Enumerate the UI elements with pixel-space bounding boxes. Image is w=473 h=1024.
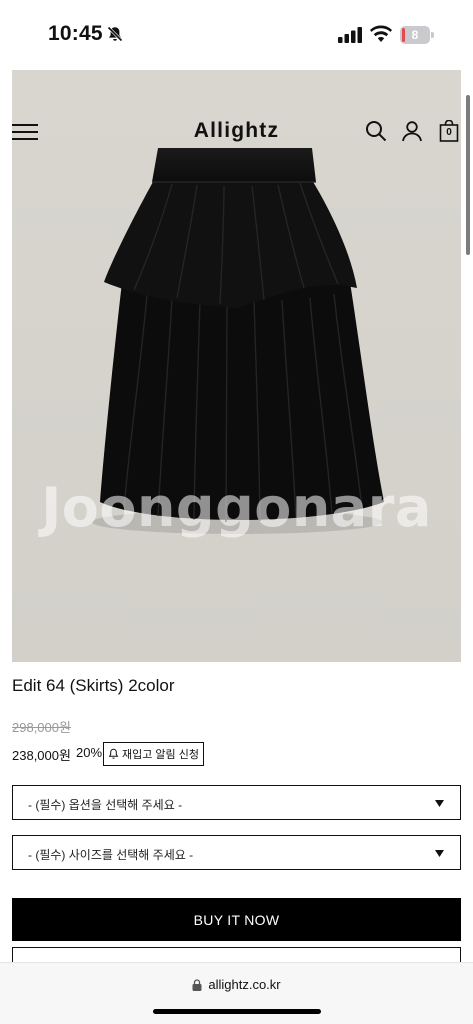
scrollbar[interactable] (466, 95, 470, 255)
restock-alert-label: 재입고 알림 신청 (122, 749, 199, 761)
skirt-photo (92, 148, 384, 534)
chevron-down-icon (435, 800, 444, 807)
account-icon[interactable] (401, 120, 423, 142)
option-select-value: - (필수) 옵션을 선택해 주세요 - (28, 798, 183, 812)
lock-icon (192, 978, 202, 991)
size-select[interactable]: - (필수) 사이즈를 선택해 주세요 - (12, 835, 461, 870)
home-indicator (153, 1009, 321, 1014)
product-title: Edit 64 (Skirts) 2color (12, 676, 175, 695)
size-select-value: - (필수) 사이즈를 선택해 주세요 - (28, 848, 194, 862)
status-time: 10:45 (48, 22, 103, 45)
sale-price: 238,000원 (12, 748, 71, 763)
product-image[interactable]: Joonggonara (12, 70, 461, 662)
option-select[interactable]: - (필수) 옵션을 선택해 주세요 - (12, 785, 461, 820)
search-icon[interactable] (365, 120, 387, 142)
discount-rate: 20% (76, 745, 103, 760)
cart-count: 0 (446, 127, 452, 138)
cart-button[interactable]: 0 (439, 120, 459, 142)
battery-percent: 8 (411, 28, 419, 42)
wifi-icon (370, 25, 392, 42)
original-price: 298,000원 (12, 720, 71, 735)
url-text[interactable]: allightz.co.kr (208, 977, 280, 992)
battery-indicator: 8 (400, 26, 434, 44)
bell-off-icon (107, 26, 123, 42)
restock-alert-button[interactable]: 재입고 알림 신청 (103, 742, 204, 766)
watermark: Joonggonara (41, 476, 432, 539)
browser-address-bar[interactable]: allightz.co.kr (0, 962, 473, 1024)
bell-icon (108, 748, 119, 759)
status-bar: 10:45 8 (0, 0, 473, 70)
buy-now-button[interactable]: BUY IT NOW (12, 898, 461, 941)
chevron-down-icon (435, 850, 444, 857)
signal-icon (338, 27, 362, 43)
